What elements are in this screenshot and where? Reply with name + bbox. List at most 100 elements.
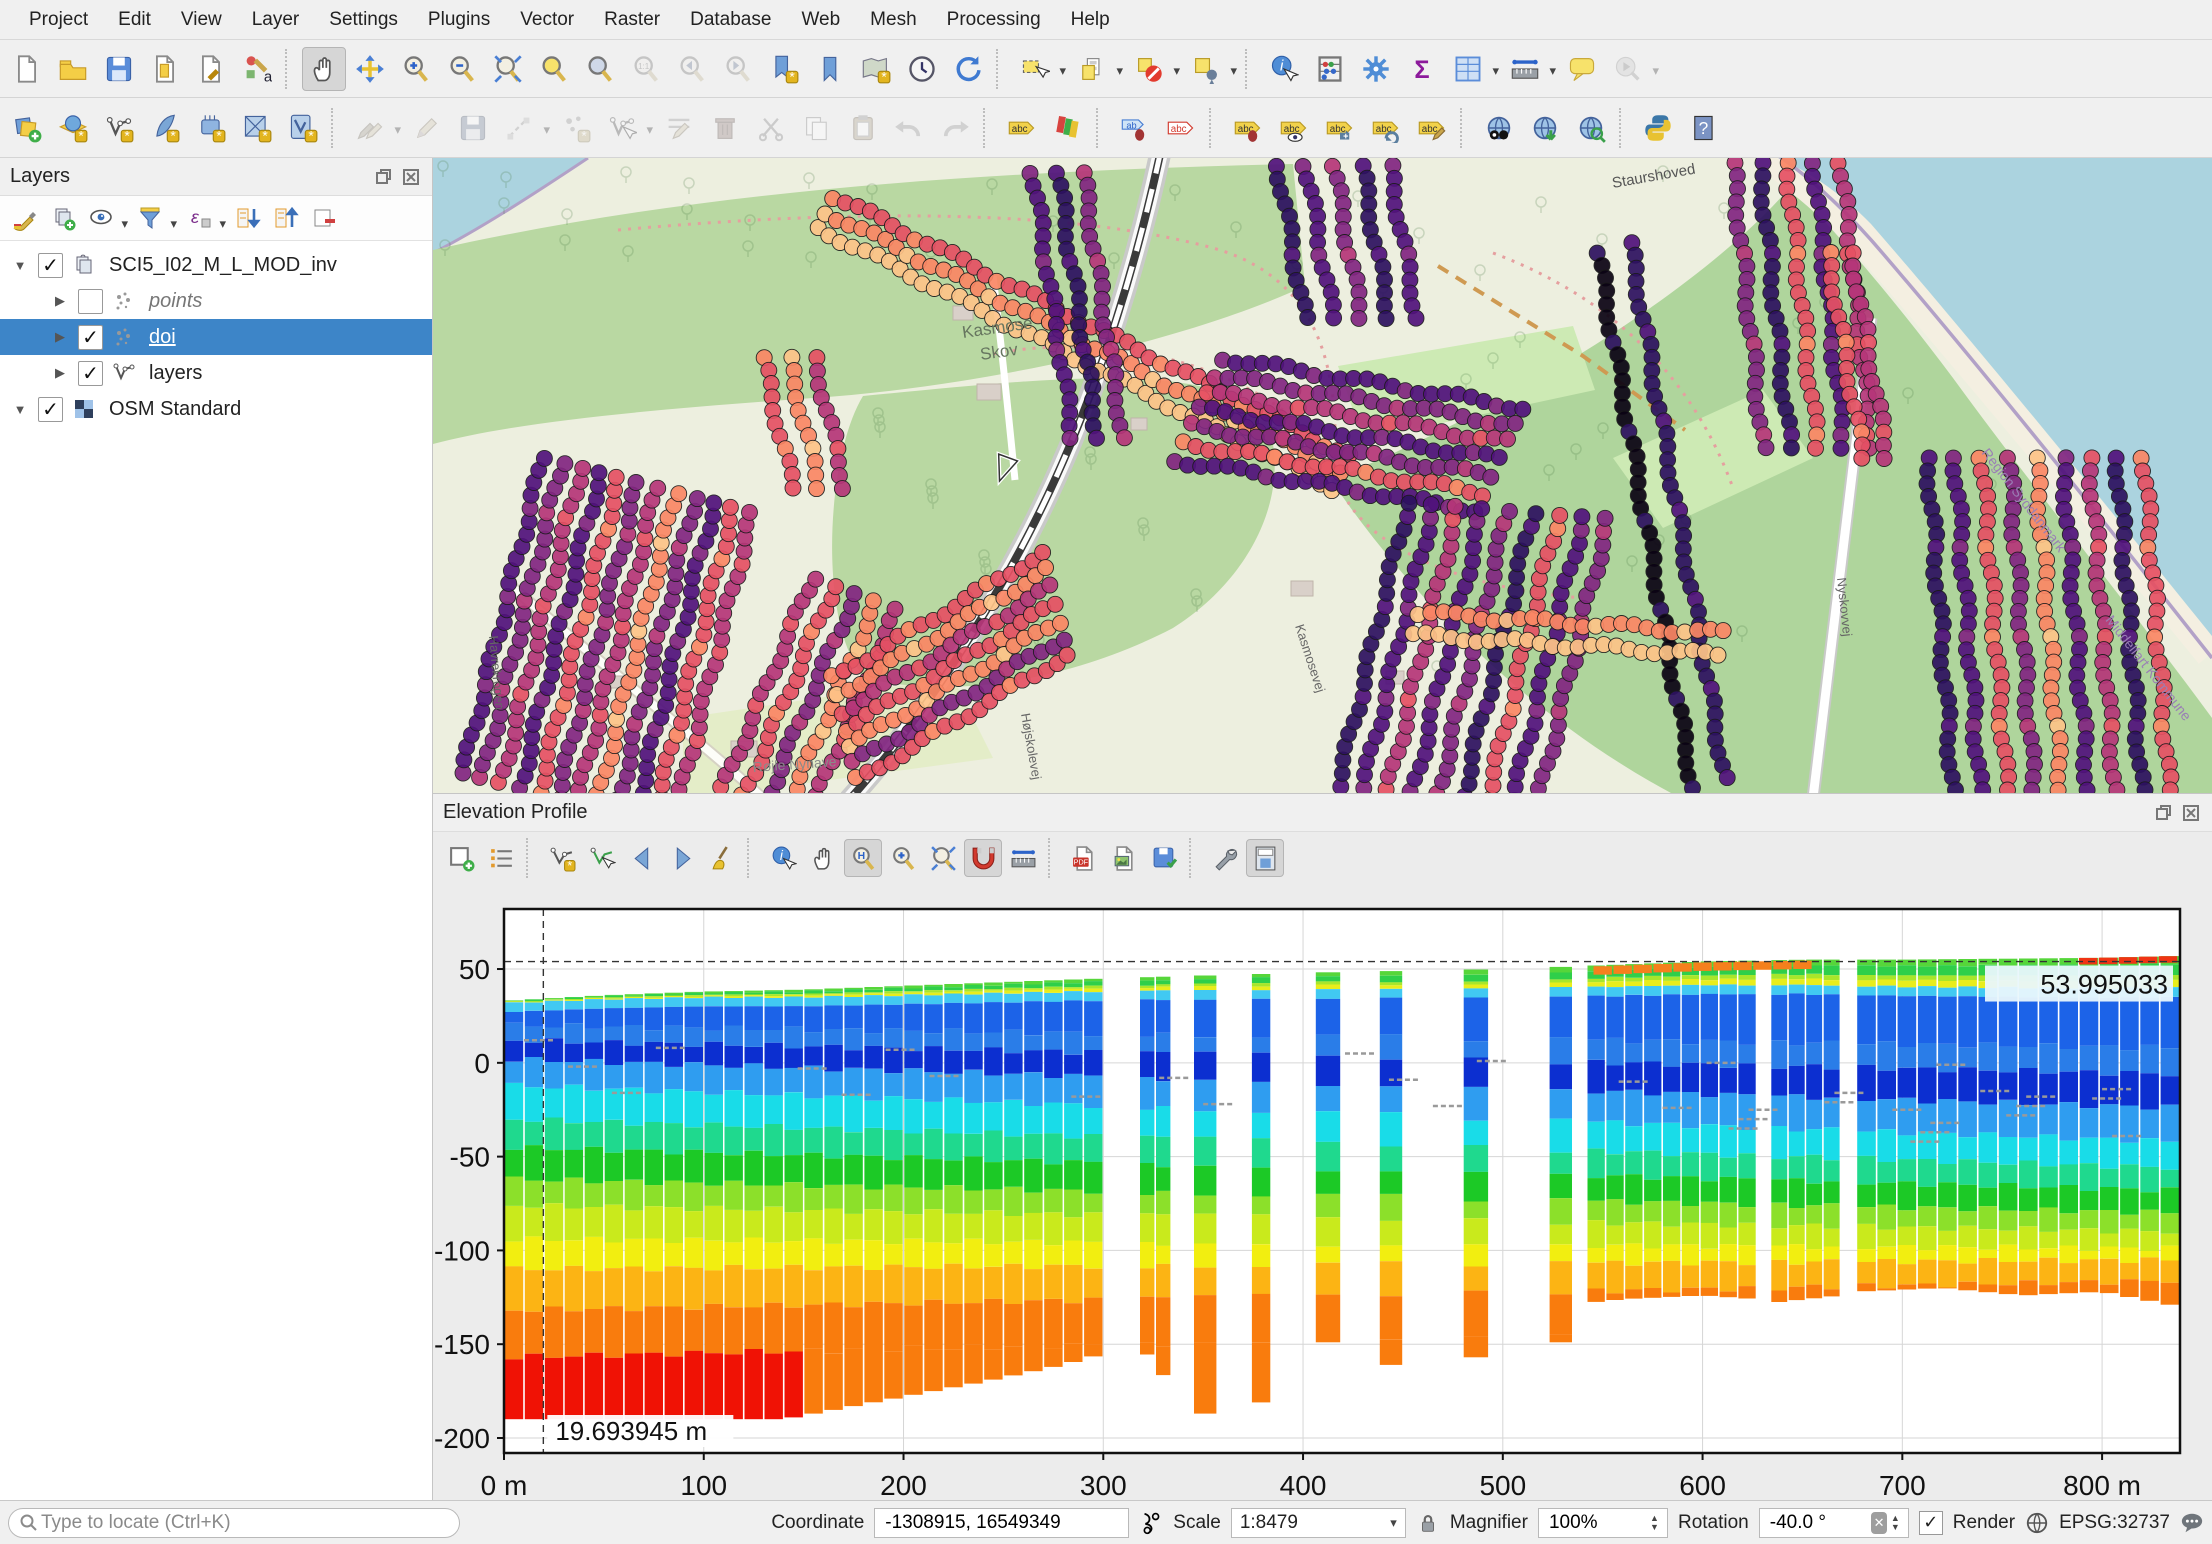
menu-project[interactable]: Project bbox=[14, 1, 103, 39]
layer-visibility-checkbox[interactable]: ✓ bbox=[38, 253, 63, 278]
processing-toolbox-button[interactable] bbox=[1354, 47, 1398, 91]
spinner-arrows[interactable]: ▲▼ bbox=[1646, 1514, 1659, 1532]
select-by-location-button[interactable]: ▾ bbox=[1184, 47, 1228, 91]
new-virtual-layer-button[interactable]: * bbox=[189, 106, 233, 150]
dock-panel-button[interactable] bbox=[1246, 839, 1284, 877]
osm-place-search-button[interactable] bbox=[1569, 106, 1613, 150]
map-canvas[interactable]: StaurshovedKasmoseSkovRøjle NynaveRegion… bbox=[433, 158, 2212, 793]
clear-rotation-icon[interactable]: ✕ bbox=[1871, 1512, 1887, 1534]
layer-visibility-checkbox[interactable]: ✓ bbox=[38, 397, 63, 422]
show-layout-manager-button[interactable] bbox=[189, 47, 233, 91]
menu-plugins[interactable]: Plugins bbox=[413, 1, 505, 39]
coordinate-input[interactable] bbox=[883, 1511, 1120, 1535]
data-source-manager-button[interactable] bbox=[5, 106, 49, 150]
crs-globe-icon[interactable] bbox=[2025, 1511, 2049, 1535]
clear-button[interactable] bbox=[703, 839, 741, 877]
open-project-button[interactable] bbox=[51, 47, 95, 91]
python-console-button[interactable] bbox=[1636, 106, 1680, 150]
expander-icon[interactable]: ▶ bbox=[52, 329, 68, 345]
expander-icon[interactable]: ▶ bbox=[52, 293, 68, 309]
deselect-features-button[interactable]: ▾ bbox=[1127, 47, 1171, 91]
menu-processing[interactable]: Processing bbox=[932, 1, 1056, 39]
extents-toggle-icon[interactable] bbox=[1139, 1511, 1163, 1535]
layer-item-points[interactable]: ▶points bbox=[0, 283, 432, 319]
menu-web[interactable]: Web bbox=[786, 1, 855, 39]
close-panel-icon[interactable] bbox=[2180, 802, 2202, 824]
chevron-down-icon[interactable]: ▾ bbox=[1652, 63, 1659, 79]
elevation-profile-chart[interactable]: 53.99503319.693945 m500-50-100-150-2000 … bbox=[433, 884, 2212, 1501]
menu-view[interactable]: View bbox=[166, 1, 237, 39]
capture-curve-button[interactable]: * bbox=[543, 839, 581, 877]
chevron-down-icon[interactable]: ▾ bbox=[1059, 63, 1066, 79]
layer-diagram-button[interactable] bbox=[1046, 106, 1090, 150]
layer-options-button[interactable] bbox=[482, 839, 520, 877]
snapping-button[interactable] bbox=[964, 839, 1002, 877]
new-geopackage-layer-button[interactable]: * bbox=[143, 106, 187, 150]
new-mesh-layer-button[interactable]: * bbox=[235, 106, 279, 150]
menu-settings[interactable]: Settings bbox=[314, 1, 413, 39]
zoom-tool-button[interactable] bbox=[884, 839, 922, 877]
chevron-down-icon[interactable]: ▾ bbox=[1116, 63, 1123, 79]
nudge-left-button[interactable] bbox=[623, 839, 661, 877]
pan-tool-button[interactable] bbox=[804, 839, 842, 877]
rotate-label-button[interactable]: abc bbox=[1364, 106, 1408, 150]
style-manager-button[interactable]: a bbox=[235, 47, 279, 91]
expand-all-button[interactable] bbox=[230, 200, 266, 236]
layer-visibility-checkbox[interactable]: ✓ bbox=[78, 361, 103, 386]
osm-download-button[interactable] bbox=[1523, 106, 1567, 150]
nudge-right-button[interactable] bbox=[663, 839, 701, 877]
zoom-full-button[interactable] bbox=[486, 47, 530, 91]
chevron-down-icon[interactable]: ▾ bbox=[121, 216, 128, 232]
menu-database[interactable]: Database bbox=[675, 1, 786, 39]
help-contents-button[interactable]: ? bbox=[1682, 106, 1726, 150]
show-hidden-labels-button[interactable]: abc bbox=[1272, 106, 1316, 150]
add-vector-layer-button[interactable]: * bbox=[51, 106, 95, 150]
layer-visibility-checkbox[interactable] bbox=[78, 289, 103, 314]
menu-mesh[interactable]: Mesh bbox=[855, 1, 931, 39]
messages-bubble-icon[interactable] bbox=[2180, 1511, 2204, 1535]
chevron-down-icon[interactable]: ▾ bbox=[219, 216, 226, 232]
measure-button[interactable]: ▾ bbox=[1503, 47, 1547, 91]
coordinate-box[interactable] bbox=[874, 1508, 1129, 1538]
menu-raster[interactable]: Raster bbox=[589, 1, 675, 39]
locator-input[interactable] bbox=[39, 1511, 449, 1535]
new-gpx-layer-button[interactable]: * bbox=[281, 106, 325, 150]
chevron-down-icon[interactable]: ▾ bbox=[1549, 63, 1556, 79]
export-results-button[interactable] bbox=[1145, 839, 1183, 877]
collapse-all-button[interactable] bbox=[268, 200, 304, 236]
select-by-value-button[interactable]: ▾ bbox=[1070, 47, 1114, 91]
locator-search[interactable] bbox=[8, 1508, 460, 1538]
filter-by-expression-button[interactable]: ε▾ bbox=[181, 200, 217, 236]
scale-combo[interactable]: 1:8479 ▾ bbox=[1231, 1508, 1406, 1538]
zoom-full-extent-button[interactable] bbox=[924, 839, 962, 877]
render-checkbox[interactable]: ✓ bbox=[1919, 1511, 1943, 1535]
zoom-in-button[interactable] bbox=[394, 47, 438, 91]
new-shapefile-layer-button[interactable]: * bbox=[97, 106, 141, 150]
expander-icon[interactable]: ▶ bbox=[52, 365, 68, 381]
new-spatial-bookmark-button[interactable]: * bbox=[762, 47, 806, 91]
save-project-button[interactable] bbox=[97, 47, 141, 91]
export-as-pdf-button[interactable]: PDF bbox=[1065, 839, 1103, 877]
open-layer-styling-button[interactable] bbox=[7, 200, 43, 236]
export-as-image-button[interactable] bbox=[1105, 839, 1143, 877]
change-label-button[interactable]: abc bbox=[1410, 106, 1454, 150]
spinner-arrows[interactable]: ▲▼ bbox=[1887, 1514, 1900, 1532]
profile-options-button[interactable] bbox=[1206, 839, 1244, 877]
menu-layer[interactable]: Layer bbox=[237, 1, 315, 39]
identify-features-button[interactable]: i bbox=[1262, 47, 1306, 91]
menu-help[interactable]: Help bbox=[1056, 1, 1125, 39]
chevron-down-icon[interactable]: ▾ bbox=[1230, 63, 1237, 79]
zoom-to-layer-button[interactable] bbox=[578, 47, 622, 91]
magnifier-input[interactable] bbox=[1547, 1511, 1646, 1535]
layer-item-layers[interactable]: ▶✓layers bbox=[0, 355, 432, 391]
zoom-x-axis-button[interactable]: H bbox=[844, 839, 882, 877]
measure-distances-button[interactable] bbox=[1004, 839, 1042, 877]
pan-map-button[interactable] bbox=[302, 47, 346, 91]
pin-label-blue-button[interactable]: ab bbox=[1113, 106, 1157, 150]
float-panel-icon[interactable] bbox=[2152, 802, 2174, 824]
temporal-controller-button[interactable] bbox=[900, 47, 944, 91]
chevron-down-icon[interactable]: ▾ bbox=[646, 122, 653, 138]
magnifier-spinbox[interactable]: ▲▼ bbox=[1538, 1508, 1668, 1538]
chevron-down-icon[interactable]: ▾ bbox=[170, 216, 177, 232]
close-panel-icon[interactable] bbox=[400, 166, 422, 188]
